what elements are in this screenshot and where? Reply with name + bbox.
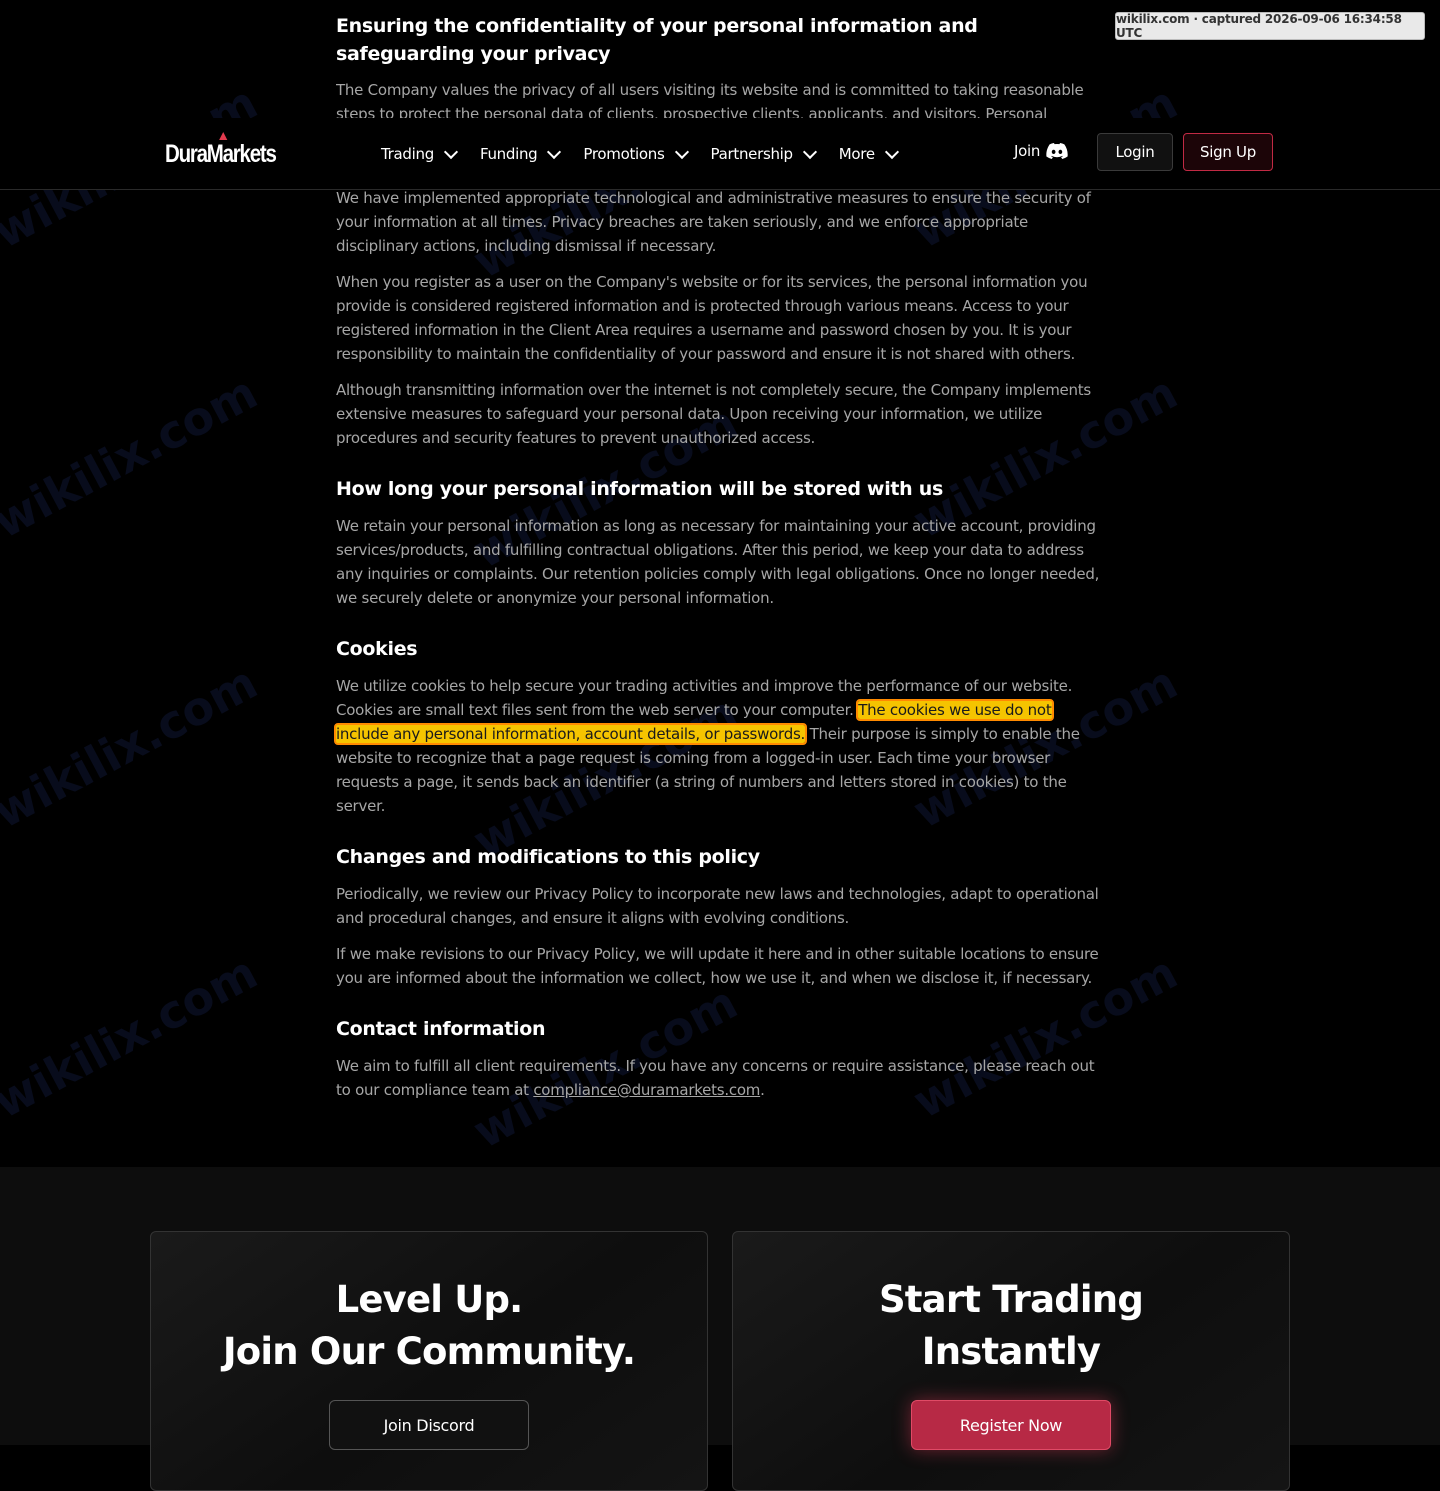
logo-arrow-icon bbox=[219, 132, 228, 140]
join-discord-link[interactable]: Join bbox=[1014, 142, 1068, 160]
main-nav: Trading Funding Promotions Partnership M… bbox=[381, 142, 921, 166]
start-trading-heading: Start Trading Instantly bbox=[733, 1274, 1289, 1378]
signup-button[interactable]: Sign Up bbox=[1183, 133, 1273, 171]
community-heading: Level Up. Join Our Community. bbox=[151, 1274, 707, 1378]
paragraph-cookies: We utilize cookies to help secure your t… bbox=[334, 674, 1104, 818]
community-card: Level Up. Join Our Community. Join Disco… bbox=[150, 1231, 708, 1491]
nav-item-trading[interactable]: Trading bbox=[381, 142, 459, 166]
paragraph: Periodically, we review our Privacy Poli… bbox=[336, 885, 1099, 927]
register-now-button[interactable]: Register Now bbox=[911, 1400, 1111, 1450]
section-title-confidentiality: Ensuring the confidentiality of your per… bbox=[336, 15, 978, 65]
site-header: DuraMarkets Trading Funding Promotions P… bbox=[0, 118, 1440, 190]
chevron-down-icon bbox=[443, 144, 459, 159]
logo-text: DuraMarkets bbox=[165, 140, 277, 168]
footer-cta: Level Up. Join Our Community. Join Disco… bbox=[0, 1167, 1440, 1491]
nav-label: Partnership bbox=[710, 145, 794, 163]
nav-item-funding[interactable]: Funding bbox=[479, 142, 562, 166]
join-label: Join bbox=[1014, 142, 1041, 160]
watermark: wikilix.com bbox=[0, 655, 266, 839]
paragraph: Although transmitting information over t… bbox=[336, 381, 1091, 447]
paragraph: If we make revisions to our Privacy Poli… bbox=[336, 945, 1099, 987]
nav-item-promotions[interactable]: Promotions bbox=[583, 142, 689, 166]
discord-icon bbox=[1046, 143, 1068, 159]
paragraph: We retain your personal information as l… bbox=[336, 517, 1100, 607]
text: . bbox=[760, 1081, 765, 1099]
start-trading-card: Start Trading Instantly Register Now bbox=[732, 1231, 1290, 1491]
chevron-down-icon bbox=[674, 144, 689, 159]
section-title-changes: Changes and modifications to this policy bbox=[336, 846, 760, 868]
chevron-down-icon bbox=[884, 144, 899, 159]
paragraph: We have implemented appropriate technolo… bbox=[336, 189, 1091, 255]
nav-item-more[interactable]: More bbox=[838, 142, 899, 166]
watermark: wikilix.com bbox=[0, 945, 266, 1129]
paragraph-contact: We aim to fulfill all client requirement… bbox=[336, 1054, 1104, 1102]
heading-line: Level Up. bbox=[335, 1278, 524, 1321]
duramarkets-logo[interactable]: DuraMarkets bbox=[165, 132, 277, 169]
capture-badge: wikilix.com · captured 2026-09-06 16:34:… bbox=[1115, 12, 1425, 40]
nav-label: Promotions bbox=[583, 145, 665, 163]
heading-line: Start Trading bbox=[878, 1278, 1144, 1321]
heading-line: Instantly bbox=[921, 1330, 1101, 1373]
section-title-cookies: Cookies bbox=[336, 638, 418, 660]
clipped-paragraph-wrapper: The Company values the privacy of all us… bbox=[336, 78, 1104, 118]
section-title-contact: Contact information bbox=[336, 1018, 546, 1040]
nav-label: Funding bbox=[479, 145, 538, 163]
paragraph: When you register as a user on the Compa… bbox=[336, 273, 1088, 363]
nav-label: Trading bbox=[381, 145, 434, 163]
nav-item-partnership[interactable]: Partnership bbox=[710, 142, 817, 166]
paragraph: The Company values the privacy of all us… bbox=[336, 81, 1084, 118]
join-discord-button[interactable]: Join Discord bbox=[329, 1400, 529, 1450]
compliance-email-link[interactable]: compliance@duramarkets.com bbox=[533, 1081, 760, 1099]
watermark: wikilix.com bbox=[0, 365, 266, 549]
chevron-down-icon bbox=[547, 144, 562, 159]
chevron-down-icon bbox=[802, 144, 817, 159]
login-button[interactable]: Login bbox=[1097, 133, 1173, 171]
nav-label: More bbox=[838, 145, 875, 163]
heading-line: Join Our Community. bbox=[222, 1330, 636, 1373]
section-title-retention: How long your personal information will … bbox=[336, 478, 943, 500]
